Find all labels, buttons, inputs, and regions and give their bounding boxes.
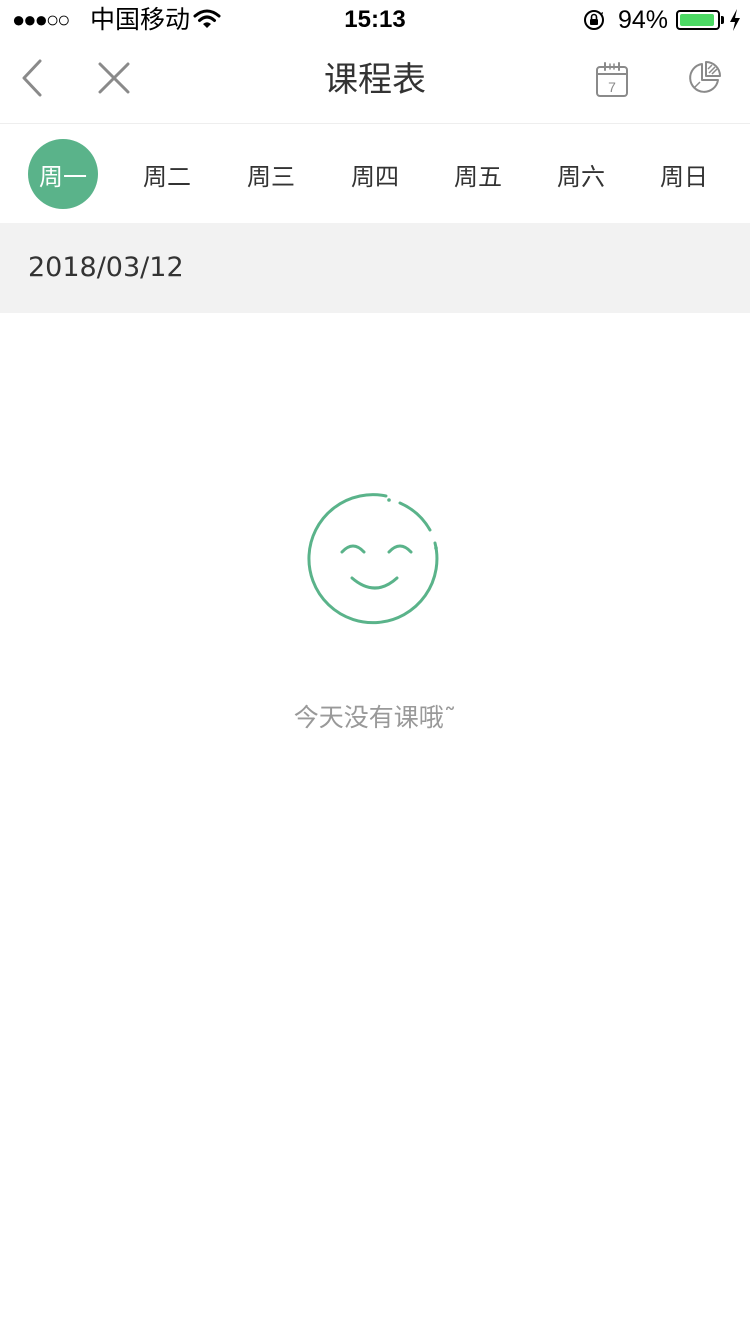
tab-friday[interactable]: 周五	[443, 139, 513, 209]
smiley-face-icon	[307, 493, 439, 625]
calendar-icon: 7	[596, 62, 628, 97]
battery-cap	[721, 16, 724, 24]
navigation-bar: 课程表 7	[0, 40, 750, 124]
statistics-button[interactable]	[684, 58, 724, 98]
pie-chart-icon	[689, 61, 721, 93]
calendar-button[interactable]: 7	[590, 60, 634, 100]
battery-percent: 94%	[618, 6, 669, 34]
tab-saturday[interactable]: 周六	[546, 139, 616, 209]
tab-wednesday[interactable]: 周三	[236, 139, 306, 209]
status-bar: ●●●○○ 中国移动 15:13 94%	[0, 0, 750, 40]
schedule-screen: ●●●○○ 中国移动 15:13 94% 课程表 7 周一 周二 周三 周四 周…	[0, 0, 750, 1334]
battery-icon	[676, 10, 720, 30]
tab-monday[interactable]: 周一	[28, 139, 98, 209]
date-header: 2018/03/12	[0, 223, 750, 313]
weekday-tabs: 周一 周二 周三 周四 周五 周六 周日	[0, 124, 750, 223]
page-title: 课程表	[324, 60, 426, 100]
battery-fill	[680, 14, 714, 26]
orientation-lock-icon	[584, 10, 604, 30]
selected-date: 2018/03/12	[28, 252, 184, 283]
empty-state-message: 今天没有课哦˜	[293, 703, 457, 732]
tab-tuesday[interactable]: 周二	[132, 139, 202, 209]
tab-sunday[interactable]: 周日	[649, 139, 719, 209]
calendar-day-number: 7	[608, 79, 616, 95]
charging-bolt-icon	[730, 9, 740, 31]
tab-thursday[interactable]: 周四	[340, 139, 410, 209]
